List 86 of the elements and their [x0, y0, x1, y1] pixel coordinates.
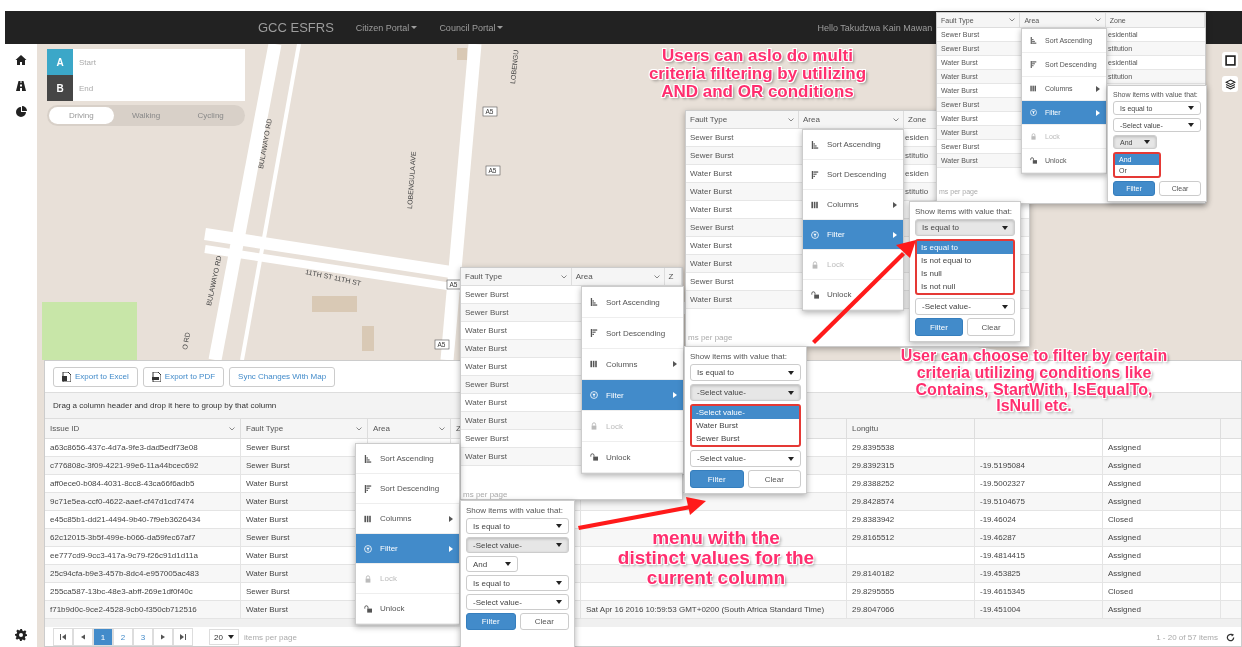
table-cell: 29.8388252 — [852, 479, 895, 488]
table-cell-text: Sewer Burst — [689, 222, 735, 234]
table-cell-text: Water Burst — [689, 204, 733, 216]
table-cell: Assigned — [1108, 551, 1141, 560]
table-cell-text: Water Burst — [464, 325, 508, 337]
table-cell: Closed — [1108, 515, 1133, 524]
table-cell-text: Sewer Burst — [464, 379, 510, 391]
table-cell-text: Sewer Burst — [689, 150, 735, 162]
table-cell: 29.8047066 — [852, 605, 895, 614]
table-cell: Water Burst — [246, 515, 288, 524]
table-cell: Sat Apr 16 2016 10:59:53 GMT+0200 (South Africa Standard Time) — [586, 605, 825, 614]
filter-prompt: Show items with value that: — [915, 207, 1013, 216]
table-cell-text: Sewer Burst — [689, 132, 735, 144]
table-cell: Water Burst — [246, 497, 288, 506]
table-cell: Assigned — [1108, 569, 1141, 578]
table-cell: -19.5002327 — [980, 479, 1025, 488]
table-cell: c776808c-3f09-4221-99e6-11a44bcec692 — [50, 461, 199, 470]
pager-summary: 1 - 20 of 57 items — [1156, 632, 1218, 642]
table-cell: 62c12015-3b5f-499e-b066-da59fec67af7 — [50, 533, 196, 542]
annotation-text: Users can aslo do multi criteria filtering by utilizing AND and OR conditions — [647, 47, 868, 101]
table-cell-text: Water Burst — [464, 415, 508, 427]
table-cell-text: Water Burst — [689, 168, 733, 180]
group-hint: Drag a column header and drop it here to group by that column — [53, 401, 277, 410]
table-cell-text: Water Burst — [464, 343, 508, 355]
table-cell-text: Water Burst — [464, 451, 508, 463]
table-cell: Sewer Burst — [246, 587, 290, 596]
table-cell: -19.5195084 — [980, 461, 1025, 470]
table-cell-text: Sewer Burst — [464, 307, 510, 319]
page-size-label: items per page — [244, 632, 297, 642]
table-cell: Assigned — [1108, 443, 1141, 452]
table-cell: 29.8395538 — [852, 443, 895, 452]
table-cell: aff0ece0-b084-4031-8cc8-43ca66f6adb5 — [50, 479, 195, 488]
table-cell: Assigned — [1108, 605, 1141, 614]
table-cell: Water Burst — [246, 569, 288, 578]
start-marker: A — [47, 49, 73, 75]
page-size-label: ms per page — [463, 490, 508, 499]
table-cell: -19.453825 — [980, 569, 1021, 578]
table-cell: -19.46287 — [980, 533, 1017, 542]
table-cell: Assigned — [1108, 461, 1141, 470]
table-cell: 29.8428574 — [852, 497, 895, 506]
table-cell: Assigned — [1108, 497, 1141, 506]
annotation-text: menu with the distinct values for the current column — [616, 528, 816, 588]
table-cell: e45c85b1-dd21-4494-9b40-7f9eb3626434 — [50, 515, 201, 524]
table-cell: -19.4814415 — [980, 551, 1025, 560]
table-cell-text: stitutio — [904, 150, 930, 162]
table-cell: 29.8165512 — [852, 533, 895, 542]
filter-prompt: Show items with value that: — [466, 506, 564, 515]
table-cell: 9c71e5ea-ccf0-4622-aaef-cf47d1cd7474 — [50, 497, 195, 506]
table-cell: Sewer Burst — [246, 533, 290, 542]
table-cell: ee777cd9-9cc3-417a-9c79-f26c91d1d11a — [50, 551, 198, 560]
table-cell: -19.46024 — [980, 515, 1017, 524]
table-cell: Water Burst — [246, 479, 288, 488]
table-cell-text: Water Burst — [464, 361, 508, 373]
table-cell-text: Sewer Burst — [689, 276, 735, 288]
table-cell: f71b9d0c-9ce2-4528-9cb0-f350cb712516 — [50, 605, 197, 614]
annotation-text: User can choose to filter by certain criteria utilizing conditions like Contains, StartWith, IsEqualTo, IsNull etc. — [899, 348, 1169, 416]
table-cell-text: Water Burst — [689, 294, 733, 306]
table-cell: Water Burst — [246, 551, 288, 560]
table-cell-text: esiden — [904, 168, 930, 180]
table-cell: Sewer Burst — [246, 443, 290, 452]
end-marker: B — [47, 75, 73, 101]
table-cell: Assigned — [1108, 479, 1141, 488]
table-cell-text: stitutio — [904, 186, 930, 198]
table-cell: a63c8656-437c-4d7a-9fe3-dad5edf73e08 — [50, 443, 198, 452]
table-cell: -19.4615345 — [980, 587, 1025, 596]
table-cell: -19.451004 — [980, 605, 1021, 614]
table-cell: 25c94cfa-b9e3-457b-8dc4-e957005ac483 — [50, 569, 199, 578]
page-size-label: ms per page — [688, 333, 733, 342]
table-cell: 29.8140182 — [852, 569, 895, 578]
table-cell-text: esiden — [904, 132, 930, 144]
table-cell-text: Water Burst — [689, 258, 733, 270]
filter-prompt: Show items with value that: — [690, 352, 788, 361]
table-cell-text: Sewer Burst — [464, 289, 510, 301]
table-cell: 29.8392315 — [852, 461, 895, 470]
table-cell: -19.5104675 — [980, 497, 1025, 506]
table-cell-text: Water Burst — [689, 240, 733, 252]
table-cell-text: Water Burst — [464, 397, 508, 409]
table-cell: 29.8383942 — [852, 515, 895, 524]
table-cell: Water Burst — [246, 605, 288, 614]
table-cell-text: Water Burst — [689, 186, 733, 198]
table-cell: 255ca587-13bc-48e3-abff-269e1df0f40c — [50, 587, 193, 596]
table-cell: 29.8295555 — [852, 587, 895, 596]
table-cell: Closed — [1108, 587, 1133, 596]
table-cell: Assigned — [1108, 533, 1141, 542]
table-cell-text: Sewer Burst — [464, 433, 510, 445]
table-cell: Sewer Burst — [246, 461, 290, 470]
